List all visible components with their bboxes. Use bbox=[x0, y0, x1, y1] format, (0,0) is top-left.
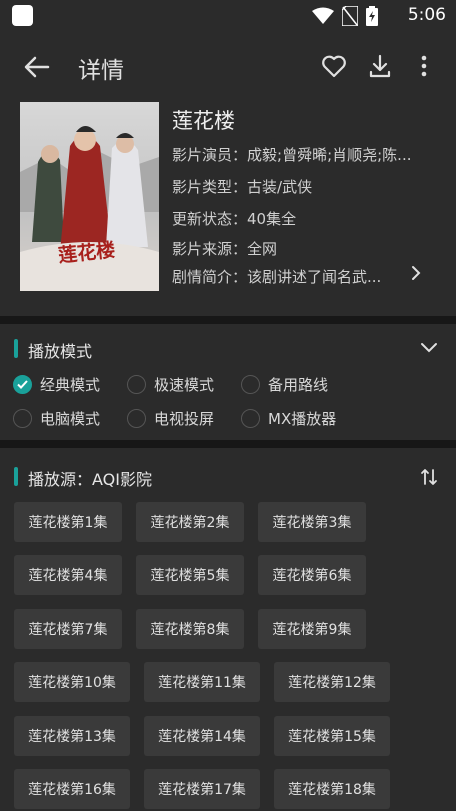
status-icons bbox=[312, 6, 378, 26]
no-sim-icon bbox=[342, 6, 358, 26]
battery-icon bbox=[366, 6, 378, 26]
radio-icon bbox=[127, 375, 146, 394]
play-mode-option[interactable]: 经典模式 bbox=[13, 374, 100, 395]
page-title: 详情 bbox=[78, 58, 124, 84]
info-value: 40集全 bbox=[247, 210, 297, 228]
info-value: 古装/武侠 bbox=[247, 178, 313, 196]
info-key: 影片来源： bbox=[172, 240, 248, 258]
episode-button[interactable]: 莲花楼第13集 bbox=[14, 716, 130, 756]
episode-button[interactable]: 莲花楼第3集 bbox=[258, 502, 366, 542]
episode-button[interactable]: 莲花楼第7集 bbox=[14, 609, 122, 649]
chevron-right-icon[interactable] bbox=[410, 265, 422, 281]
info-value: 全网 bbox=[247, 240, 278, 258]
play-source-section: 播放源：AQI影院 莲花楼第1集 莲花楼第2集 莲花楼第3集 莲花楼第4集 莲花… bbox=[0, 448, 456, 811]
option-label: 电脑模式 bbox=[40, 410, 101, 428]
info-key: 剧情简介： bbox=[172, 268, 248, 286]
clock: 5:06 bbox=[407, 5, 446, 25]
option-label: 备用路线 bbox=[268, 376, 329, 394]
option-label: 电视投屏 bbox=[154, 410, 215, 428]
section-title: 播放模式 bbox=[28, 342, 93, 361]
radio-icon bbox=[127, 409, 146, 428]
episode-button[interactable]: 莲花楼第4集 bbox=[14, 555, 122, 595]
status-bar: 5:06 bbox=[0, 0, 456, 32]
info-row-synopsis[interactable]: 剧情简介：该剧讲述了闻名武... bbox=[172, 266, 404, 287]
play-mode-section: 播放模式 经典模式 极速模式 备用路线 电脑模式 电视投屏 MX播放器 bbox=[0, 324, 456, 440]
episode-button[interactable]: 莲花楼第12集 bbox=[274, 662, 390, 702]
divider bbox=[0, 316, 456, 324]
back-arrow-icon[interactable] bbox=[22, 52, 52, 82]
radio-checked-icon bbox=[13, 375, 32, 394]
heart-icon[interactable] bbox=[320, 52, 348, 80]
movie-title: 莲花楼 bbox=[172, 109, 235, 133]
play-mode-option[interactable]: 极速模式 bbox=[127, 374, 214, 395]
episode-button[interactable]: 莲花楼第16集 bbox=[14, 769, 130, 809]
info-value: 该剧讲述了闻名武... bbox=[247, 268, 382, 286]
info-key: 影片演员： bbox=[172, 146, 248, 164]
info-key: 影片类型： bbox=[172, 178, 248, 196]
app-bar: 详情 bbox=[0, 32, 456, 102]
info-row-cast: 影片演员：成毅;曾舜晞;肖顺尧;陈... bbox=[172, 144, 442, 165]
radio-icon bbox=[241, 409, 260, 428]
info-row-status: 更新状态：40集全 bbox=[172, 208, 442, 229]
episode-button[interactable]: 莲花楼第5集 bbox=[136, 555, 244, 595]
episode-button[interactable]: 莲花楼第9集 bbox=[258, 609, 366, 649]
poster-image[interactable]: 莲花楼 bbox=[20, 102, 159, 291]
episode-button[interactable]: 莲花楼第15集 bbox=[274, 716, 390, 756]
chevron-down-icon[interactable] bbox=[420, 341, 438, 355]
download-icon[interactable] bbox=[366, 52, 394, 80]
episode-button[interactable]: 莲花楼第1集 bbox=[14, 502, 122, 542]
option-label: 极速模式 bbox=[154, 376, 215, 394]
section-accent-bar bbox=[14, 467, 18, 486]
info-value: 成毅;曾舜晞;肖顺尧;陈... bbox=[247, 146, 412, 164]
section-accent-bar bbox=[14, 339, 18, 358]
wifi-icon bbox=[312, 7, 334, 24]
episode-button[interactable]: 莲花楼第8集 bbox=[136, 609, 244, 649]
episode-button[interactable]: 莲花楼第6集 bbox=[258, 555, 366, 595]
info-key: 更新状态： bbox=[172, 210, 248, 228]
episode-button[interactable]: 莲花楼第17集 bbox=[144, 769, 260, 809]
section-title: 播放源：AQI影院 bbox=[28, 470, 152, 489]
option-label: MX播放器 bbox=[268, 410, 337, 428]
play-mode-option[interactable]: 备用路线 bbox=[241, 374, 328, 395]
radio-icon bbox=[13, 409, 32, 428]
sort-icon[interactable] bbox=[420, 468, 438, 486]
play-mode-option[interactable]: MX播放器 bbox=[241, 408, 336, 429]
episode-button[interactable]: 莲花楼第2集 bbox=[136, 502, 244, 542]
info-row-genre: 影片类型：古装/武侠 bbox=[172, 176, 442, 197]
info-row-source: 影片来源：全网 bbox=[172, 238, 442, 259]
app-notification-icon bbox=[12, 5, 33, 26]
option-label: 经典模式 bbox=[40, 376, 101, 394]
episode-button[interactable]: 莲花楼第11集 bbox=[144, 662, 260, 702]
play-mode-option[interactable]: 电视投屏 bbox=[127, 408, 214, 429]
movie-info: 莲花楼 莲花楼 影片演员：成毅;曾舜晞;肖顺尧;陈... 影片类型：古装/武侠 … bbox=[0, 102, 456, 316]
episode-button[interactable]: 莲花楼第10集 bbox=[14, 662, 130, 702]
episode-button[interactable]: 莲花楼第18集 bbox=[274, 769, 390, 809]
divider bbox=[0, 440, 456, 448]
radio-icon bbox=[241, 375, 260, 394]
more-vert-icon[interactable] bbox=[410, 52, 438, 80]
episode-button[interactable]: 莲花楼第14集 bbox=[144, 716, 260, 756]
play-mode-option[interactable]: 电脑模式 bbox=[13, 408, 100, 429]
